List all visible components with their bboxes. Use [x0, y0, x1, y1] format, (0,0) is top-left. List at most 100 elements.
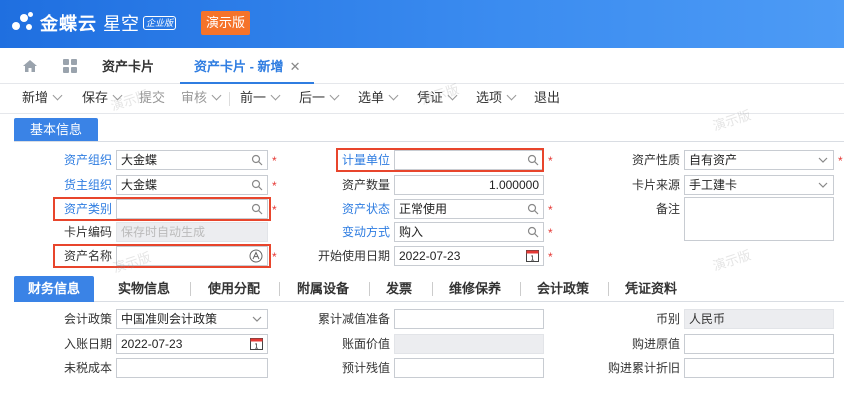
- impairment-field[interactable]: [394, 309, 544, 329]
- tab-divider: [369, 282, 370, 296]
- asset-card-form: 基本信息 资产组织 大金蝶 * 货主组织 大金蝶 * 资产类别 * 卡片编码 保…: [0, 114, 844, 393]
- tab-bar: 资产卡片 资产卡片 - 新增 ✕: [0, 48, 844, 84]
- tab-maintenance[interactable]: 维修保养: [449, 276, 501, 302]
- chevron-down-icon[interactable]: [817, 179, 829, 191]
- submit-button[interactable]: 提交: [139, 84, 165, 112]
- book-value-label: 账面价值: [341, 337, 390, 351]
- toolbar-label: 后一: [299, 90, 326, 105]
- new-button[interactable]: 新增: [22, 84, 63, 112]
- close-tab-icon[interactable]: ✕: [290, 59, 301, 74]
- change-method-field[interactable]: 购入: [394, 222, 544, 242]
- card-code-placeholder: 保存时自动生成: [121, 225, 206, 239]
- required-mark: *: [548, 250, 553, 264]
- owner-org-label[interactable]: 货主组织: [20, 175, 112, 195]
- select-bill-button[interactable]: 选单: [358, 84, 399, 112]
- section-basic-info[interactable]: 基本信息: [14, 118, 99, 142]
- svg-text:1: 1: [530, 255, 534, 263]
- calendar-icon[interactable]: 1: [250, 337, 263, 350]
- save-button[interactable]: 保存: [82, 84, 123, 112]
- residual-value-label: 预计残值: [341, 361, 390, 375]
- search-icon[interactable]: [251, 154, 263, 166]
- owner-org-field[interactable]: 大金蝶: [116, 175, 268, 195]
- pretax-cost-label: 未税成本: [63, 361, 112, 375]
- unit-highlight: [336, 148, 544, 172]
- asset-nature-label: 资产性质: [631, 153, 680, 167]
- change-method-label[interactable]: 变动方式: [300, 222, 390, 242]
- toolbar-label: 前一: [240, 90, 267, 105]
- search-icon[interactable]: [527, 203, 539, 215]
- chevron-down-icon[interactable]: [251, 313, 263, 325]
- toolbar-label: 选项: [476, 90, 503, 105]
- toolbar-label: 退出: [534, 90, 561, 105]
- purchase-depreciation-field[interactable]: [684, 358, 834, 378]
- residual-value-field[interactable]: [394, 358, 544, 378]
- previous-button[interactable]: 前一: [240, 84, 281, 112]
- pretax-cost-field[interactable]: [116, 358, 268, 378]
- tab-voucher-data[interactable]: 凭证资料: [625, 276, 677, 302]
- tab-label: 资产卡片: [102, 59, 155, 74]
- asset-nature-select[interactable]: 自有资产: [684, 150, 834, 170]
- asset-nature-value: 自有资产: [689, 153, 738, 167]
- tab-asset-card[interactable]: 资产卡片: [102, 48, 154, 84]
- asset-category-highlight: [53, 197, 271, 221]
- toolbar-label: 选单: [358, 90, 385, 105]
- entry-date-label: 入账日期: [63, 337, 112, 351]
- accounting-policy-select[interactable]: 中国准则会计政策: [116, 309, 268, 329]
- toolbar-label: 审核: [181, 90, 208, 105]
- asset-name-highlight: [53, 244, 271, 268]
- app-logo: 金蝶云 星空 企业版: [10, 10, 177, 36]
- card-source-select[interactable]: 手工建卡: [684, 175, 834, 195]
- quantity-field[interactable]: 1.000000: [394, 175, 544, 195]
- audit-button[interactable]: 审核: [181, 84, 222, 112]
- chevron-down-icon: [112, 90, 123, 101]
- required-mark: *: [272, 179, 277, 193]
- asset-org-label[interactable]: 资产组织: [20, 150, 112, 170]
- purchase-original-field[interactable]: [684, 334, 834, 354]
- card-source-label: 卡片来源: [631, 178, 680, 192]
- next-button[interactable]: 后一: [299, 84, 340, 112]
- search-icon[interactable]: [527, 226, 539, 238]
- section-divider: [14, 141, 844, 142]
- chevron-down-icon: [211, 90, 222, 101]
- chevron-down-icon: [329, 90, 340, 101]
- chevron-down-icon: [447, 90, 458, 101]
- search-icon[interactable]: [251, 179, 263, 191]
- tab-divider: [432, 282, 433, 296]
- remark-label: 备注: [655, 202, 680, 216]
- accounting-policy-value: 中国准则会计政策: [121, 312, 218, 326]
- tab-physical-info[interactable]: 实物信息: [118, 276, 170, 302]
- chevron-down-icon[interactable]: [817, 154, 829, 166]
- impairment-label: 累计减值准备: [317, 312, 390, 326]
- tab-attached-equipment[interactable]: 附属设备: [297, 276, 349, 302]
- toolbar-label: 新增: [22, 90, 49, 105]
- options-button[interactable]: 选项: [476, 84, 517, 112]
- edition-badge: 企业版: [143, 16, 177, 30]
- exit-button[interactable]: 退出: [534, 84, 560, 112]
- logo-text: 金蝶云: [40, 14, 97, 34]
- entry-date-field[interactable]: 2022-07-23 1: [116, 334, 268, 354]
- required-mark: *: [548, 154, 553, 168]
- book-value-field: [394, 334, 544, 354]
- tab-usage-allocation[interactable]: 使用分配: [208, 276, 260, 302]
- tab-invoice[interactable]: 发票: [386, 276, 412, 302]
- remark-textarea[interactable]: [684, 197, 834, 241]
- asset-org-field[interactable]: 大金蝶: [116, 150, 268, 170]
- tab-label: 资产卡片 - 新增: [194, 59, 284, 74]
- purchase-depreciation-label: 购进累计折旧: [607, 361, 680, 375]
- status-field[interactable]: 正常使用: [394, 199, 544, 219]
- voucher-button[interactable]: 凭证: [417, 84, 458, 112]
- tab-divider: [608, 282, 609, 296]
- detail-tab-bar: 财务信息 实物信息 使用分配 附属设备 发票 维修保养 会计政策 凭证资料: [14, 276, 844, 302]
- home-icon[interactable]: [22, 58, 38, 74]
- app-grid-icon[interactable]: [62, 58, 78, 74]
- chevron-down-icon: [270, 90, 281, 101]
- tab-asset-card-new[interactable]: 资产卡片 - 新增 ✕: [180, 48, 315, 84]
- card-code-field: 保存时自动生成: [116, 222, 268, 242]
- status-label[interactable]: 资产状态: [300, 199, 390, 219]
- tab-finance-info[interactable]: 财务信息: [14, 276, 95, 302]
- start-date-field[interactable]: 2022-07-23 1: [394, 246, 544, 266]
- accounting-policy-label: 会计政策: [63, 312, 112, 326]
- calendar-icon[interactable]: 1: [526, 249, 539, 262]
- tab-accounting-policy[interactable]: 会计政策: [537, 276, 589, 302]
- toolbar-divider: [229, 92, 230, 106]
